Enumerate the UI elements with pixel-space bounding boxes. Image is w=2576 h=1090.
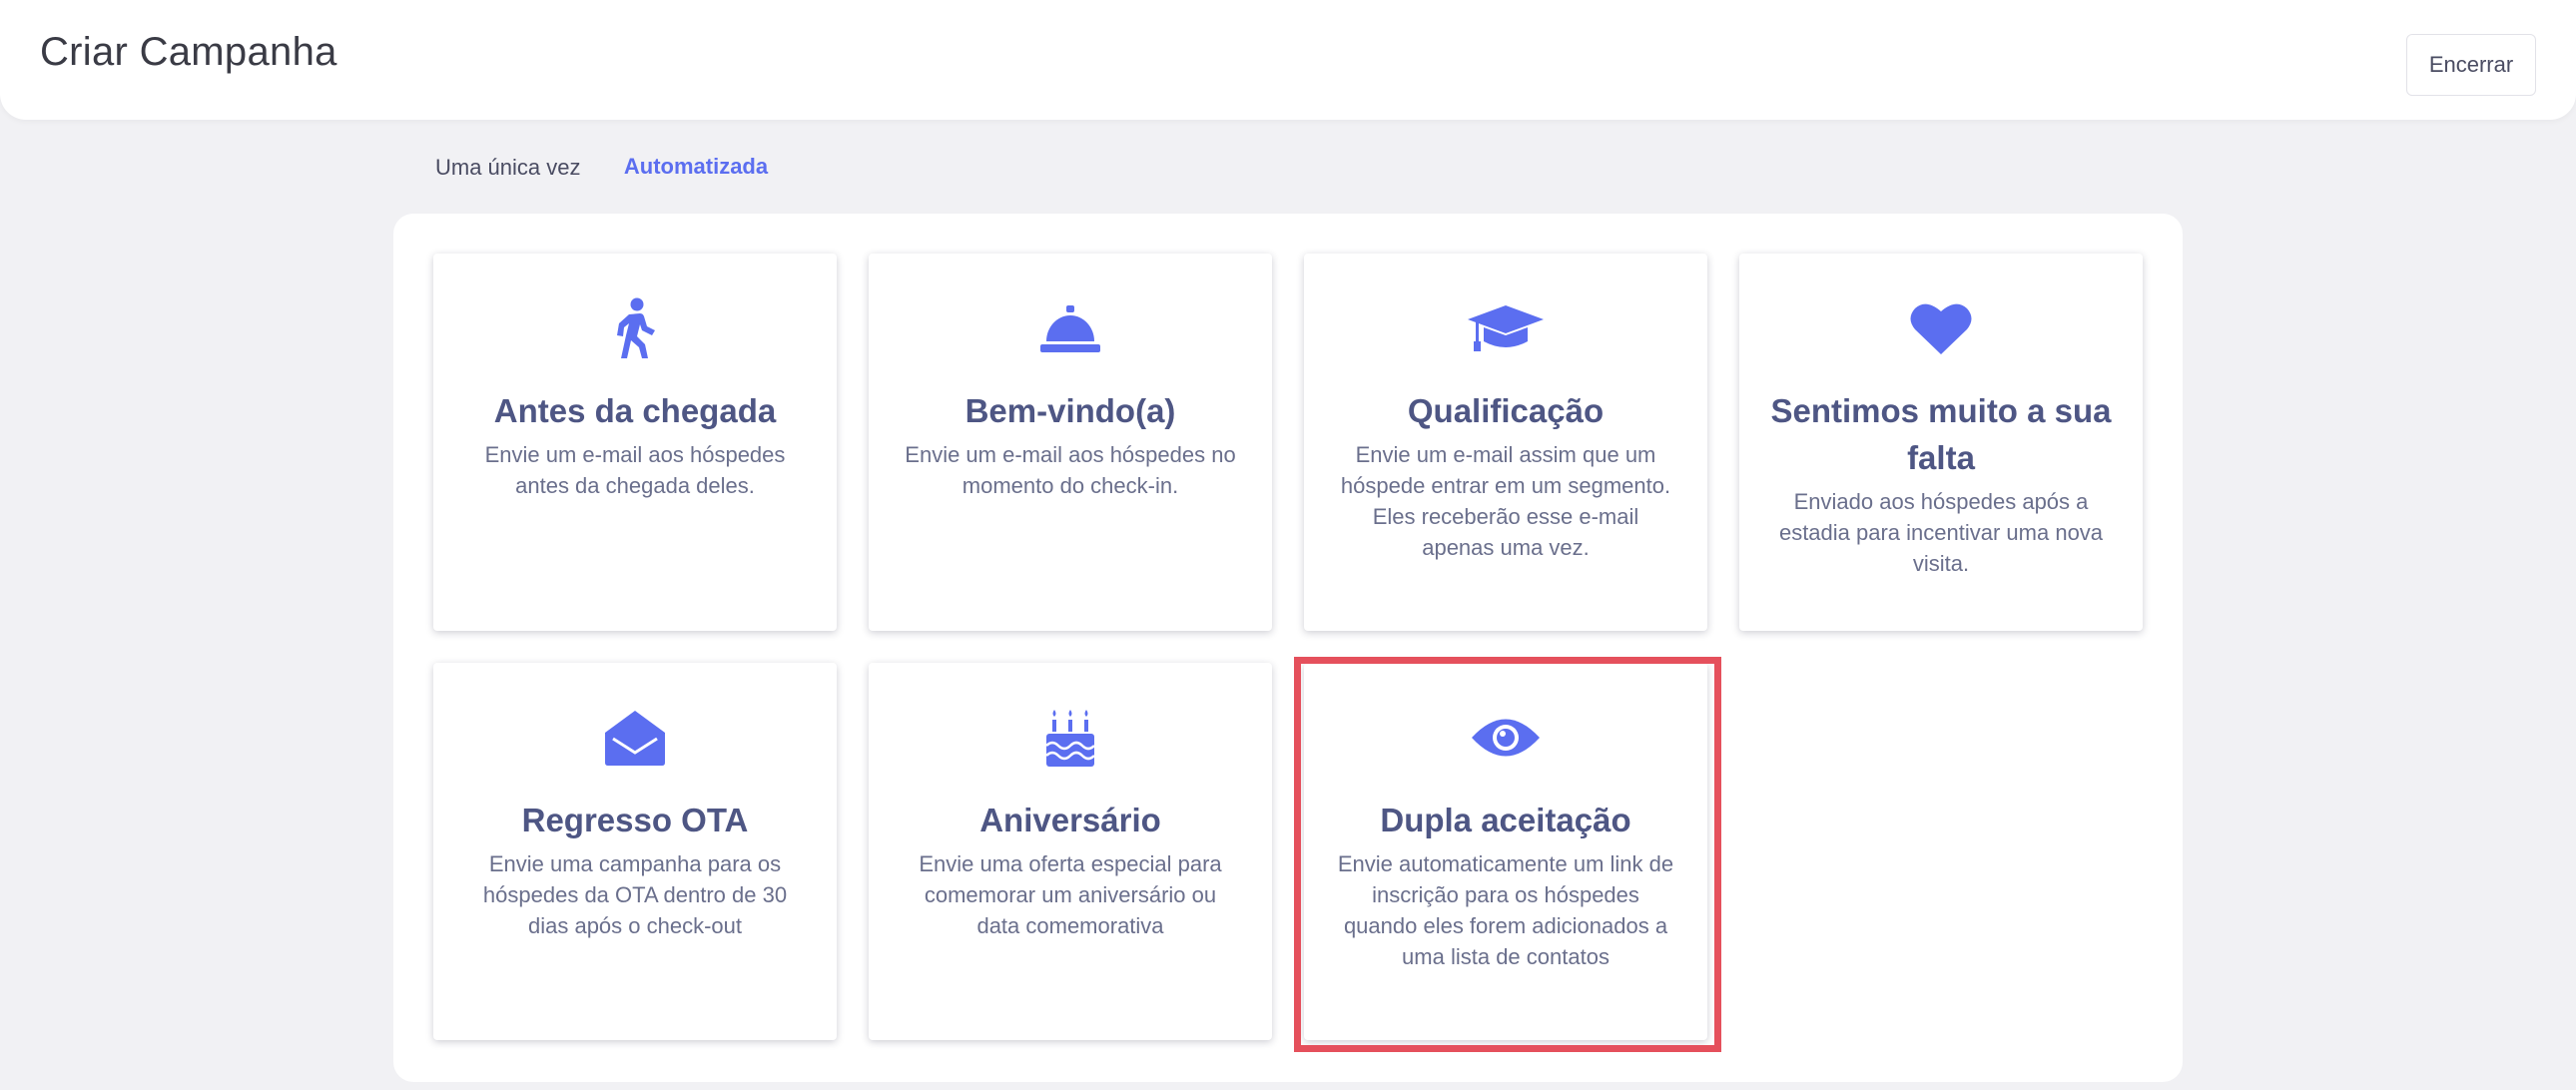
card-description: Enviado aos hóspedes após a estadia para… xyxy=(1778,489,2104,576)
birthday-cake-icon xyxy=(869,707,1272,769)
card-title: Antes da chegada xyxy=(493,392,777,429)
card-title: Dupla aceitação xyxy=(1380,802,1631,838)
card-description: Envie uma campanha para os hóspedes da O… xyxy=(482,851,788,938)
card-ota-return[interactable]: Regresso OTA Envie uma campanha para os … xyxy=(433,663,837,1040)
eye-icon xyxy=(1304,707,1707,769)
card-description: Envie um e-mail assim que um hóspede ent… xyxy=(1340,442,1671,560)
campaign-type-tabs: Uma única vez Automatizada xyxy=(0,140,2576,220)
card-qualification[interactable]: Qualificação Envie um e-mail assim que u… xyxy=(1304,254,1707,631)
card-description: Envie uma oferta especial para comemorar… xyxy=(919,851,1222,938)
page-title: Criar Campanha xyxy=(40,30,337,74)
page-header: Criar Campanha Encerrar xyxy=(0,0,2576,120)
service-bell-icon xyxy=(869,297,1272,359)
person-walking-icon xyxy=(433,297,837,359)
heart-icon xyxy=(1739,297,2143,359)
card-double-opt-in[interactable]: Dupla aceitação Envie automaticamente um… xyxy=(1304,663,1707,1040)
card-description: Envie automaticamente um link de inscriç… xyxy=(1337,851,1674,969)
card-before-arrival[interactable]: Antes da chegada Envie um e-mail aos hós… xyxy=(433,254,837,631)
card-description: Envie um e-mail aos hóspedes no momento … xyxy=(905,442,1236,498)
card-anniversary[interactable]: Aniversário Envie uma oferta especial pa… xyxy=(869,663,1272,1040)
card-welcome[interactable]: Bem-vindo(a) Envie um e-mail aos hóspede… xyxy=(869,254,1272,631)
envelope-open-icon xyxy=(433,707,837,769)
card-title: Bem-vindo(a) xyxy=(965,392,1176,429)
card-description: Envie um e-mail aos hóspedes antes da ch… xyxy=(484,442,786,498)
tab-automated[interactable]: Automatizada xyxy=(621,140,771,220)
end-button[interactable]: Encerrar xyxy=(2406,34,2536,96)
graduation-cap-icon xyxy=(1304,297,1707,359)
card-title: Regresso OTA xyxy=(521,802,749,838)
card-title: Sentimos muito a sua falta xyxy=(1770,392,2112,476)
tab-one-time[interactable]: Uma única vez xyxy=(435,140,581,216)
card-title: Aniversário xyxy=(979,802,1161,838)
automation-cards-panel: Antes da chegada Envie um e-mail aos hós… xyxy=(393,214,2183,1082)
card-miss-you[interactable]: Sentimos muito a sua falta Enviado aos h… xyxy=(1739,254,2143,631)
card-title: Qualificação xyxy=(1407,392,1605,429)
